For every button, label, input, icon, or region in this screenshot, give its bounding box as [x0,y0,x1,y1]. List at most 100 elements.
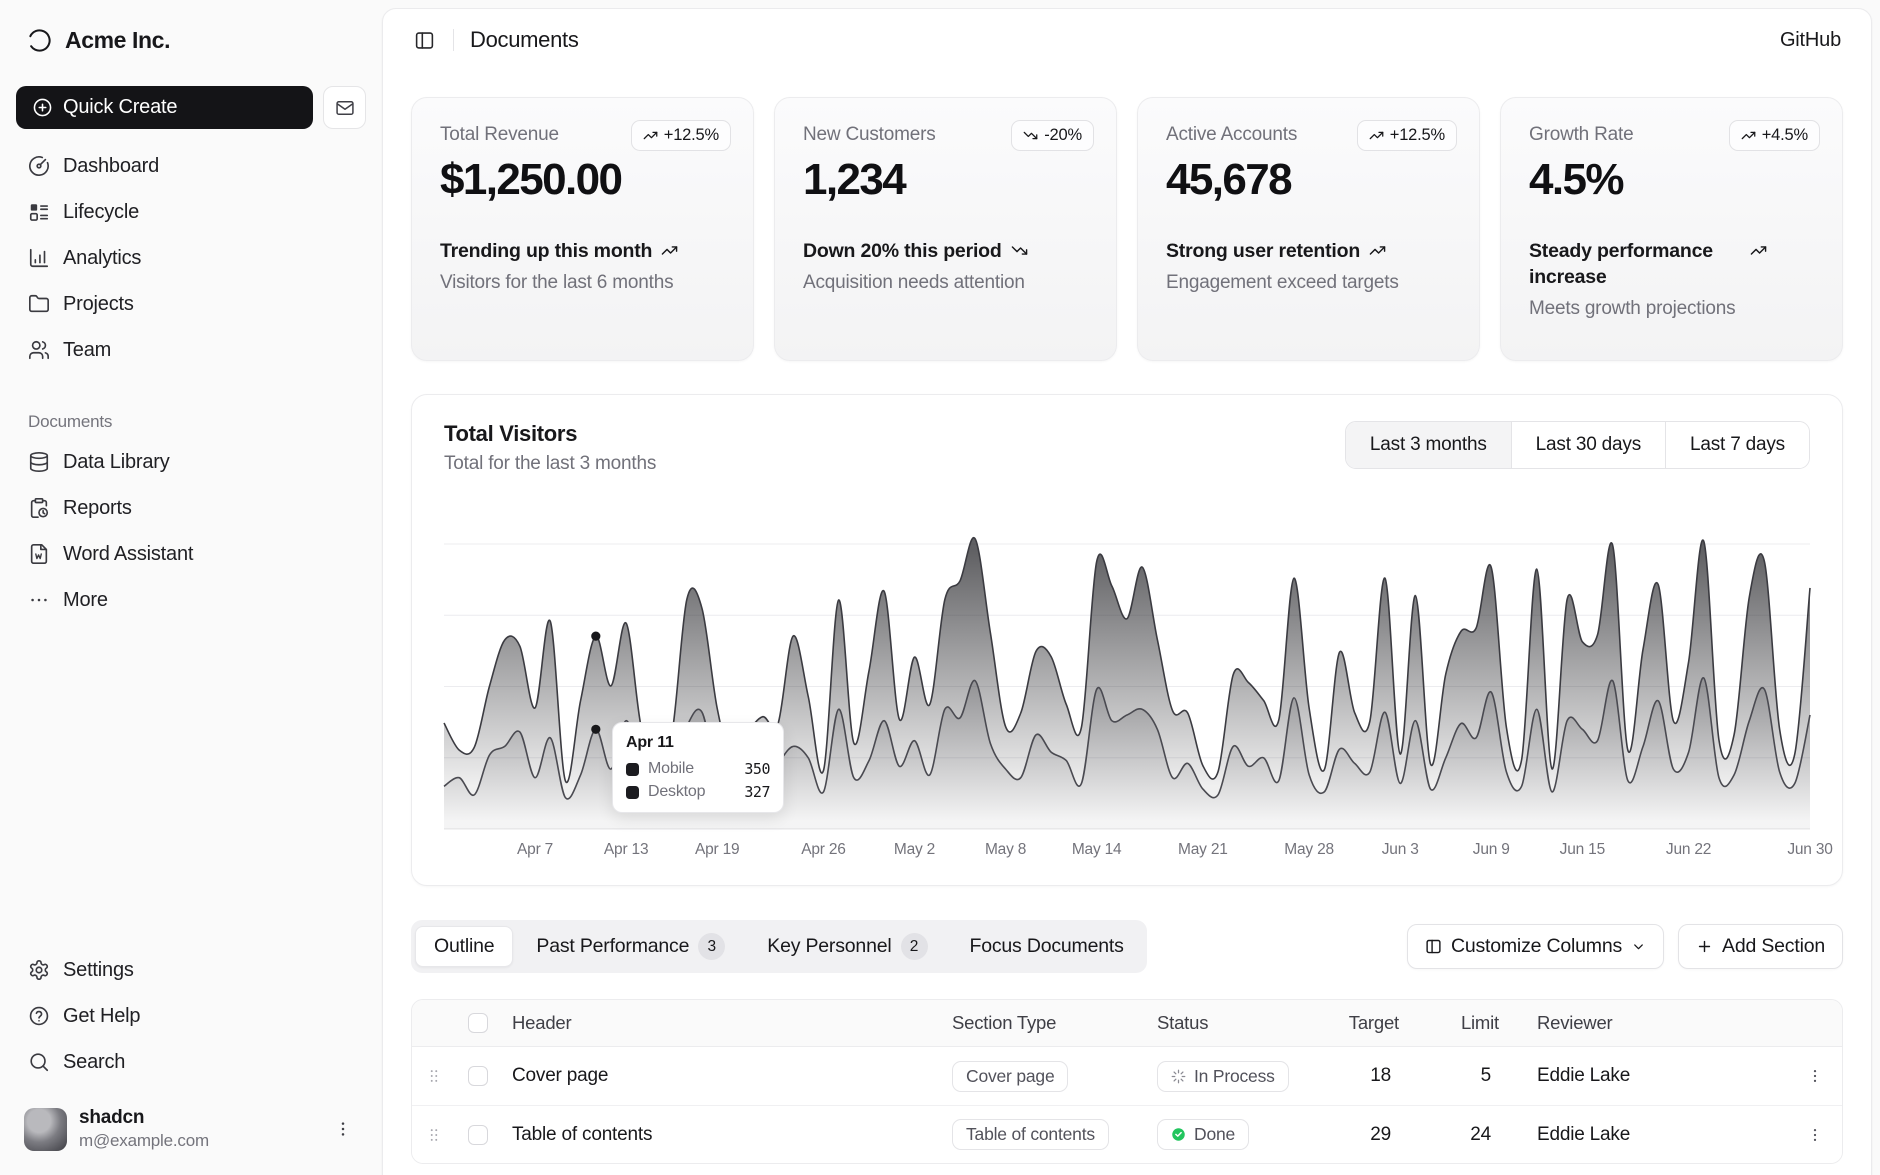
column-header: Limit [1461,1012,1499,1034]
range-last-30-days[interactable]: Last 30 days [1511,422,1665,468]
row-header-link[interactable]: Table of contents [512,1124,652,1146]
tab-past-performance[interactable]: Past Performance3 [517,924,744,969]
time-range-toggle: Last 3 months Last 30 days Last 7 days [1345,421,1810,469]
sidebar-item-dashboard[interactable]: Dashboard [16,143,366,189]
sidebar-toggle-button[interactable] [405,21,443,59]
tab-focus-documents[interactable]: Focus Documents [951,926,1143,967]
x-axis-tick: May 14 [1072,841,1122,859]
tab-label: Past Performance [536,935,689,958]
mobile-swatch [626,763,639,776]
row-checkbox[interactable] [468,1066,488,1086]
column-header: Reviewer [1537,1012,1613,1034]
search-icon [28,1051,50,1073]
tooltip-series-value: 350 [744,760,770,778]
row-menu-trigger[interactable] [1798,1118,1832,1152]
dots-vertical-icon [1806,1126,1824,1144]
trending-up-icon [1369,128,1384,143]
nav-secondary: Settings Get Help Search [16,947,366,1085]
section-type-label: Cover page [966,1066,1054,1087]
tab-label: Outline [434,935,494,958]
column-header: Header [512,1012,571,1034]
customize-columns-label: Customize Columns [1451,935,1622,958]
sidebar-item-lifecycle[interactable]: Lifecycle [16,189,366,235]
tab-label: Focus Documents [970,935,1124,958]
sidebar-item-search[interactable]: Search [16,1039,366,1085]
users-icon [28,339,50,361]
sidebar-item-word-assistant[interactable]: Word Assistant [16,531,366,577]
chevron-down-icon [1631,939,1646,954]
limit-value[interactable]: 5 [1481,1065,1491,1087]
acme-logo-icon [26,27,53,54]
x-axis-tick: Jun 15 [1560,841,1605,859]
trend-badge-value: -20% [1044,126,1082,145]
sidebar-item-more[interactable]: More [16,577,366,623]
avatar [24,1108,67,1151]
chart-subtitle: Total for the last 3 months [444,453,656,475]
row-header-link[interactable]: Cover page [512,1065,608,1087]
trend-badge: +12.5% [631,120,731,151]
user-menu-trigger[interactable] [328,1114,358,1144]
sidebar-item-team[interactable]: Team [16,327,366,373]
drag-handle[interactable] [424,1067,444,1085]
customize-columns-button[interactable]: Customize Columns [1407,924,1664,969]
select-all-checkbox[interactable] [468,1013,488,1033]
user-email: m@example.com [79,1131,209,1151]
card-value: 45,678 [1166,155,1451,205]
inbox-button[interactable] [323,86,366,129]
user-menu[interactable]: shadcn m@example.com [16,1101,366,1157]
sidebar-item-get-help[interactable]: Get Help [16,993,366,1039]
dots-vertical-icon [1806,1067,1824,1085]
sidebar-item-data-library[interactable]: Data Library [16,439,366,485]
x-axis-tick: May 21 [1178,841,1228,859]
x-axis: Apr 7Apr 13Apr 19Apr 26May 2May 8May 14M… [444,833,1810,867]
target-value[interactable]: 18 [1370,1065,1391,1087]
table-header-row: Header Section Type Status Target Limit … [412,1000,1842,1047]
trending-up-icon [1369,242,1386,259]
sidebar-item-reports[interactable]: Reports [16,485,366,531]
sidebar-item-label: Get Help [63,1005,140,1028]
range-last-7-days[interactable]: Last 7 days [1665,422,1809,468]
github-link[interactable]: GitHub [1780,29,1841,52]
chart-plot-area[interactable]: Apr 11 Mobile 350 Desktop 327 [444,509,1810,829]
documents-toolbar: Outline Past Performance3 Key Personnel2… [411,920,1843,973]
check-circle-icon [1171,1127,1186,1142]
tab-key-personnel[interactable]: Key Personnel2 [748,924,946,969]
trending-up-icon [1741,128,1756,143]
card-value: 1,234 [803,155,1088,205]
main-panel: Documents GitHub Total Revenue +12.5% $1… [382,8,1872,1175]
drag-handle[interactable] [424,1126,444,1144]
page-title: Documents [470,27,579,53]
row-checkbox[interactable] [468,1125,488,1145]
x-axis-tick: May 28 [1284,841,1334,859]
tab-outline[interactable]: Outline [415,926,513,967]
sidebar-item-settings[interactable]: Settings [16,947,366,993]
reviewer-value[interactable]: Eddie Lake [1537,1065,1630,1087]
column-header: Target [1349,1012,1399,1034]
org-switcher[interactable]: Acme Inc. [16,16,366,64]
add-section-button[interactable]: Add Section [1678,924,1843,969]
tooltip-series-label: Desktop [648,783,705,801]
limit-value[interactable]: 24 [1470,1124,1491,1146]
target-value[interactable]: 29 [1370,1124,1391,1146]
card-footer-title: Strong user retention [1166,238,1360,264]
row-menu-trigger[interactable] [1798,1059,1832,1093]
x-axis-tick: Jun 3 [1382,841,1419,859]
sidebar-item-analytics[interactable]: Analytics [16,235,366,281]
sidebar-item-projects[interactable]: Projects [16,281,366,327]
user-name: shadcn [79,1107,209,1129]
mail-icon [335,98,355,118]
select-all-cell [456,1013,500,1033]
sidebar-item-label: Analytics [63,247,141,270]
trend-badge-value: +12.5% [1390,126,1445,145]
trend-badge-value: +4.5% [1762,126,1808,145]
reviewer-value[interactable]: Eddie Lake [1537,1124,1630,1146]
grip-vertical-icon [425,1126,443,1144]
gear-icon [28,959,50,981]
range-last-3-months[interactable]: Last 3 months [1346,422,1511,468]
database-icon [28,451,50,473]
sidebar-item-label: Team [63,339,111,362]
quick-create-button[interactable]: Quick Create [16,86,313,129]
chart-title: Total Visitors [444,421,656,447]
card-footer: Down 20% this period Acquisition needs a… [803,238,1088,294]
x-axis-tick: Jun 30 [1787,841,1832,859]
